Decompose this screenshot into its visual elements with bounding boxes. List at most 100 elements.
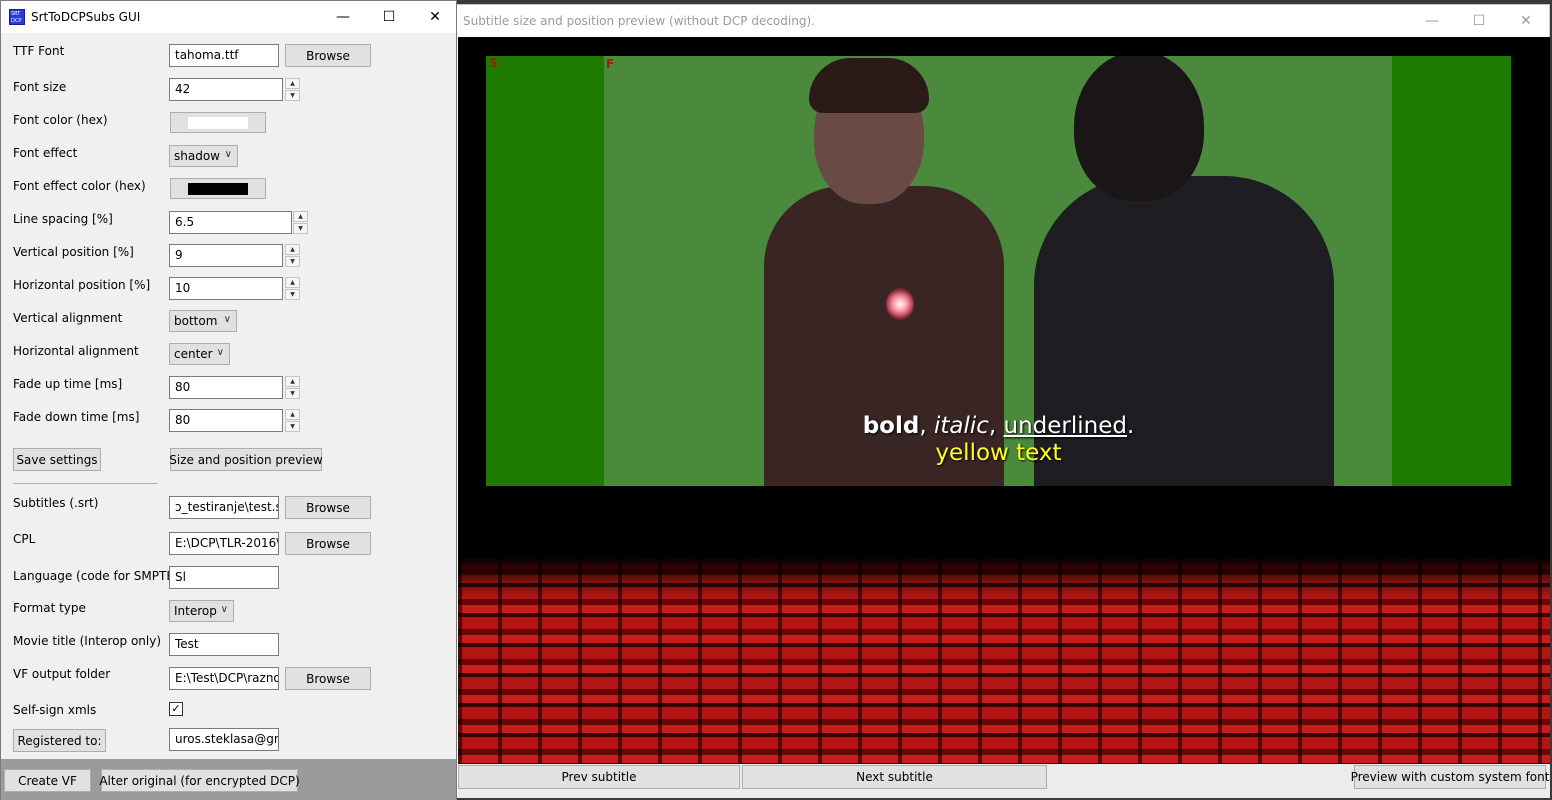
self-sign-checkbox[interactable]: ✓: [169, 702, 183, 716]
preview-button-bar: Prev subtitle Next subtitle Preview with…: [458, 764, 1550, 798]
language-label: Language (code for SMPTE): [13, 569, 179, 583]
save-settings-button[interactable]: Save settings: [13, 448, 101, 471]
horizontal-alignment-label: Horizontal alignment: [13, 344, 139, 358]
vertical-position-stepper[interactable]: ▲ ▼: [285, 244, 300, 267]
frame-marker: F: [606, 57, 615, 71]
chevron-down-icon[interactable]: ▼: [285, 90, 300, 101]
subtitle-separator: ,: [919, 413, 934, 439]
maximize-icon[interactable]: ☐: [366, 1, 412, 32]
cpl-label: CPL: [13, 532, 36, 546]
horizontal-position-stepper[interactable]: ▲ ▼: [285, 277, 300, 300]
cpl-browse-button[interactable]: Browse: [285, 532, 371, 555]
subtitle-italic-text: italic: [933, 413, 989, 439]
vertical-alignment-label: Vertical alignment: [13, 311, 123, 325]
chevron-up-icon[interactable]: ▲: [285, 409, 300, 420]
chevron-down-icon: ∨: [224, 149, 232, 160]
chevron-down-icon: ∨: [216, 347, 224, 358]
actor-right-head: [1074, 56, 1204, 201]
safe-area-marker: S: [489, 56, 498, 70]
font-size-input[interactable]: 42: [169, 78, 283, 101]
chevron-down-icon: ∨: [223, 314, 231, 325]
minimize-icon[interactable]: —: [320, 1, 366, 32]
font-color-label: Font color (hex): [13, 113, 108, 127]
chevron-up-icon[interactable]: ▲: [285, 78, 300, 89]
next-subtitle-button[interactable]: Next subtitle: [742, 765, 1047, 789]
fade-down-input[interactable]: 80: [169, 409, 283, 432]
language-input[interactable]: Sl: [169, 566, 279, 589]
subtitles-input[interactable]: ɔ_testiranje\test.srt: [169, 496, 279, 519]
format-type-label: Format type: [13, 601, 86, 615]
registered-to-button[interactable]: Registered to:: [13, 729, 106, 752]
chevron-down-icon[interactable]: ▼: [285, 289, 300, 300]
horizontal-alignment-value: center: [174, 347, 213, 361]
ttf-font-label: TTF Font: [13, 44, 65, 58]
subtitle-period: .: [1126, 413, 1135, 439]
vertical-alignment-select[interactable]: bottom ∨: [169, 310, 237, 332]
bottom-action-bar: Create VF Alter original (for encrypted …: [1, 759, 456, 800]
chevron-down-icon[interactable]: ▼: [285, 256, 300, 267]
movie-title-label: Movie title (Interop only): [13, 634, 162, 648]
font-effect-color-button[interactable]: [170, 178, 266, 199]
close-icon[interactable]: ✕: [412, 1, 458, 32]
font-effect-color-label: Font effect color (hex): [13, 179, 146, 193]
self-sign-label: Self-sign xmls: [13, 703, 97, 717]
vertical-position-label: Vertical position [%]: [13, 245, 134, 259]
close-icon[interactable]: ✕: [1503, 5, 1549, 36]
ttf-font-browse-button[interactable]: Browse: [285, 44, 371, 67]
subtitle-line-1: bold, italic, underlined.: [486, 413, 1511, 439]
line-spacing-input[interactable]: 6.5: [169, 211, 292, 234]
vf-output-input[interactable]: E:\Test\DCP\razno_: [169, 667, 279, 690]
chevron-up-icon[interactable]: ▲: [285, 376, 300, 387]
vertical-position-input[interactable]: 9: [169, 244, 283, 267]
fade-down-stepper[interactable]: ▲ ▼: [285, 409, 300, 432]
minimize-icon[interactable]: —: [1409, 5, 1455, 36]
horizontal-position-input[interactable]: 10: [169, 277, 283, 300]
seats-shadow: [458, 557, 1550, 597]
format-type-select[interactable]: Interop ∨: [169, 600, 234, 622]
chevron-up-icon[interactable]: ▲: [285, 244, 300, 255]
line-spacing-label: Line spacing [%]: [13, 212, 113, 226]
preview-custom-font-button[interactable]: Preview with custom system font: [1351, 765, 1549, 789]
line-spacing-stepper[interactable]: ▲ ▼: [293, 211, 308, 234]
horizontal-position-label: Horizontal position [%]: [13, 278, 151, 292]
alter-original-button[interactable]: Alter original (for encrypted DCP): [99, 769, 300, 792]
horizontal-alignment-select[interactable]: center ∨: [169, 343, 230, 365]
settings-titlebar: SRT DCP SrtToDCPSubs GUI — ☐ ✕: [1, 1, 456, 33]
font-effect-value: shadow: [174, 149, 220, 163]
ttf-font-input[interactable]: tahoma.ttf: [169, 44, 279, 67]
create-vf-button[interactable]: Create VF: [4, 769, 91, 792]
settings-window-title: SrtToDCPSubs GUI: [31, 10, 141, 24]
chevron-down-icon[interactable]: ▼: [285, 388, 300, 399]
cinema-screen: S F bold, italic, underlined. yellow tex…: [486, 56, 1511, 486]
font-color-button[interactable]: [170, 112, 266, 133]
font-effect-select[interactable]: shadow ∨: [169, 145, 238, 167]
cpl-input[interactable]: E:\DCP\TLR-2016\N: [169, 532, 279, 555]
chevron-down-icon: ∨: [220, 604, 228, 615]
fade-up-input[interactable]: 80: [169, 376, 283, 399]
preview-titlebar: Subtitle size and position preview (with…: [453, 5, 1549, 37]
app-icon: SRT DCP: [9, 9, 25, 25]
fade-up-label: Fade up time [ms]: [13, 377, 123, 391]
prev-subtitle-button[interactable]: Prev subtitle: [458, 765, 740, 789]
font-size-label: Font size: [13, 80, 67, 94]
section-divider: [13, 483, 158, 484]
preview-window: Subtitle size and position preview (with…: [452, 4, 1550, 798]
registered-email-field[interactable]: uros.steklasa@gma: [169, 728, 279, 751]
chevron-up-icon[interactable]: ▲: [293, 211, 308, 222]
font-size-stepper[interactable]: ▲ ▼: [285, 78, 300, 101]
vf-output-browse-button[interactable]: Browse: [285, 667, 371, 690]
subtitle-underlined-text: underlined: [1003, 413, 1127, 439]
chevron-down-icon[interactable]: ▼: [293, 223, 308, 234]
subtitle-separator: ,: [988, 413, 1004, 439]
fade-up-stepper[interactable]: ▲ ▼: [285, 376, 300, 399]
actor-left-hair: [809, 58, 929, 113]
chevron-down-icon[interactable]: ▼: [285, 421, 300, 432]
movie-title-input[interactable]: Test: [169, 633, 279, 656]
size-position-preview-button[interactable]: Size and position preview: [169, 448, 323, 471]
maximize-icon[interactable]: ☐: [1456, 5, 1502, 36]
subtitles-browse-button[interactable]: Browse: [285, 496, 371, 519]
font-effect-color-swatch: [188, 183, 248, 195]
chevron-up-icon[interactable]: ▲: [285, 277, 300, 288]
font-effect-label: Font effect: [13, 146, 78, 160]
format-type-value: Interop: [174, 604, 217, 618]
